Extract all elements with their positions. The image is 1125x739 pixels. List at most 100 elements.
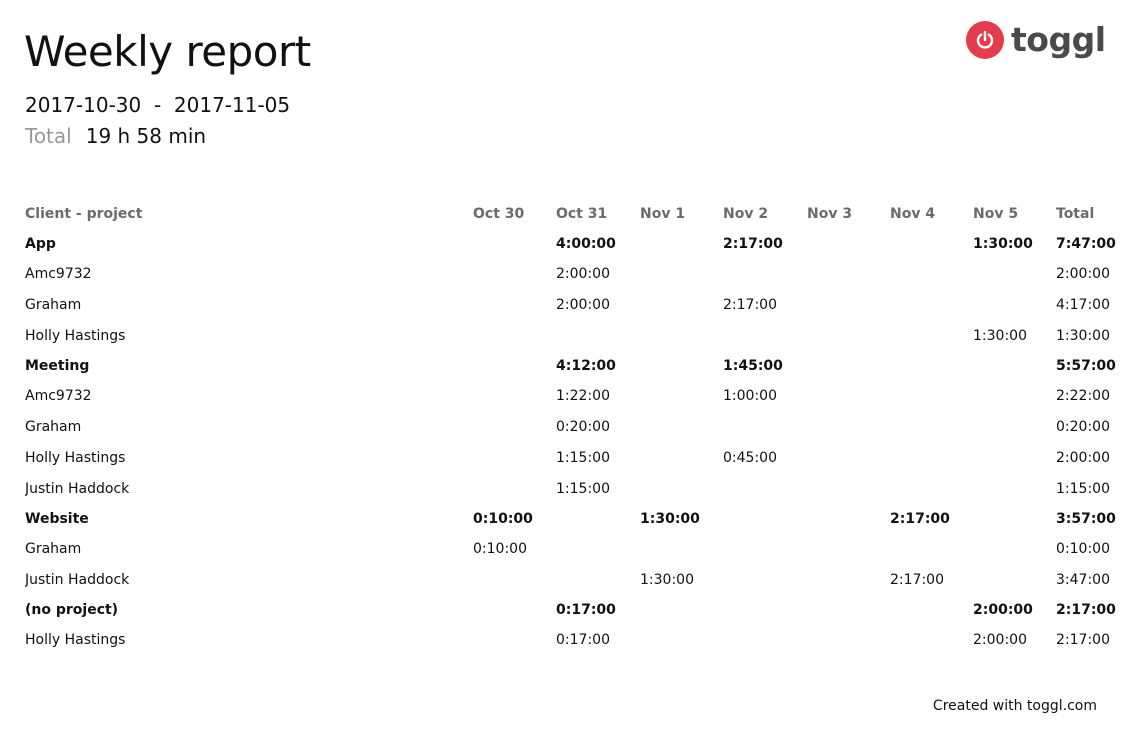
day-duration [807, 229, 890, 258]
day-duration [807, 595, 890, 624]
day-duration [473, 351, 556, 380]
day-duration: 1:45:00 [723, 357, 783, 374]
day-duration [973, 380, 1056, 411]
day-duration [973, 411, 1056, 442]
day-duration [973, 473, 1056, 504]
day-duration: 1:30:00 [973, 235, 1033, 252]
table-header-row: Client - project Oct 30 Oct 31 Nov 1 Nov 2 No… [25, 199, 1116, 229]
day-duration [890, 442, 973, 473]
day-duration [473, 289, 556, 320]
client-name: Amc9732 [25, 265, 92, 282]
client-name: Holly Hastings [25, 327, 126, 344]
date-end: 2017-11-05 [173, 93, 291, 117]
day-duration [890, 624, 973, 655]
day-duration [640, 473, 723, 504]
day-duration [890, 289, 973, 320]
day-duration: 1:15:00 [556, 480, 610, 497]
day-duration [973, 258, 1056, 289]
day-duration [473, 229, 556, 258]
row-total: 1:30:00 [1056, 327, 1110, 344]
footer-credit: Created with toggl.com [932, 698, 1097, 714]
day-duration [473, 320, 556, 351]
day-duration: 2:00:00 [973, 601, 1033, 618]
client-row: Amc9732 1:22:00 1:00:00 2:22:00 [25, 380, 1116, 411]
day-duration [473, 258, 556, 289]
day-duration [807, 504, 890, 533]
day-duration [973, 289, 1056, 320]
day-duration [473, 564, 556, 595]
client-row: Holly Hastings 1:15:00 0:45:00 2:00:00 [25, 442, 1116, 473]
day-duration [723, 411, 807, 442]
row-total: 7:47:00 [1056, 235, 1116, 252]
power-icon [966, 21, 1004, 59]
column-header-day: Oct 31 [556, 206, 608, 222]
day-duration [640, 595, 723, 624]
day-duration [723, 595, 807, 624]
row-total: 3:57:00 [1056, 510, 1116, 527]
project-name: App [25, 235, 56, 252]
day-duration [890, 351, 973, 380]
client-name: Holly Hastings [25, 449, 126, 466]
day-duration: 2:17:00 [890, 510, 950, 527]
column-header-day: Oct 30 [473, 206, 525, 222]
brand-name: toggl [1011, 20, 1106, 59]
client-row: Justin Haddock 1:30:00 2:17:00 3:47:00 [25, 564, 1116, 595]
column-header-day: Nov 2 [723, 206, 769, 222]
day-duration: 1:15:00 [556, 449, 610, 466]
total-value: 19 h 58 min [85, 124, 207, 148]
day-duration [973, 504, 1056, 533]
day-duration [556, 564, 640, 595]
day-duration [640, 351, 723, 380]
day-duration [556, 320, 640, 351]
day-duration [807, 473, 890, 504]
day-duration [723, 320, 807, 351]
day-duration [890, 258, 973, 289]
day-duration [723, 624, 807, 655]
row-total: 2:00:00 [1056, 265, 1110, 282]
day-duration [640, 320, 723, 351]
client-row: Amc9732 2:00:00 2:00:00 [25, 258, 1116, 289]
day-duration [807, 258, 890, 289]
client-row: Graham 0:20:00 0:20:00 [25, 411, 1116, 442]
day-duration [640, 380, 723, 411]
column-header-day: Nov 1 [640, 206, 686, 222]
day-duration [807, 624, 890, 655]
day-duration [473, 473, 556, 504]
day-duration [723, 533, 807, 564]
report-title: Weekly report [24, 27, 311, 76]
day-duration: 1:30:00 [973, 327, 1027, 344]
client-name: Graham [25, 418, 82, 435]
table-body: App 4:00:00 2:17:00 1:30:00 7:47:00 Amc9732 2:… [25, 229, 1116, 655]
day-duration [640, 411, 723, 442]
toggl-logo: toggl [966, 20, 1106, 60]
row-total: 2:22:00 [1056, 387, 1110, 404]
project-row: App 4:00:00 2:17:00 1:30:00 7:47:00 [25, 229, 1116, 258]
day-duration [723, 564, 807, 595]
day-duration [807, 351, 890, 380]
day-duration [640, 442, 723, 473]
day-duration [640, 289, 723, 320]
day-duration [807, 442, 890, 473]
day-duration: 2:00:00 [973, 631, 1027, 648]
day-duration [890, 380, 973, 411]
day-duration [890, 533, 973, 564]
column-header-day: Nov 3 [807, 206, 853, 222]
date-separator: - [153, 93, 162, 117]
column-header-total: Total [1056, 206, 1095, 222]
day-duration [807, 564, 890, 595]
day-duration [640, 624, 723, 655]
client-row: Justin Haddock 1:15:00 1:15:00 [25, 473, 1116, 504]
row-total: 2:00:00 [1056, 449, 1110, 466]
day-duration [473, 624, 556, 655]
day-duration: 0:45:00 [723, 449, 777, 466]
project-row: (no project) 0:17:00 2:00:00 2:17:00 [25, 595, 1116, 624]
client-row: Graham 2:00:00 2:17:00 4:17:00 [25, 289, 1116, 320]
row-total: 0:10:00 [1056, 540, 1110, 557]
report-total: Total 19 h 58 min [25, 123, 206, 149]
day-duration: 4:00:00 [556, 235, 616, 252]
total-label: Total [25, 124, 72, 148]
day-duration: 1:22:00 [556, 387, 610, 404]
day-duration [473, 595, 556, 624]
day-duration [890, 411, 973, 442]
day-duration [890, 320, 973, 351]
